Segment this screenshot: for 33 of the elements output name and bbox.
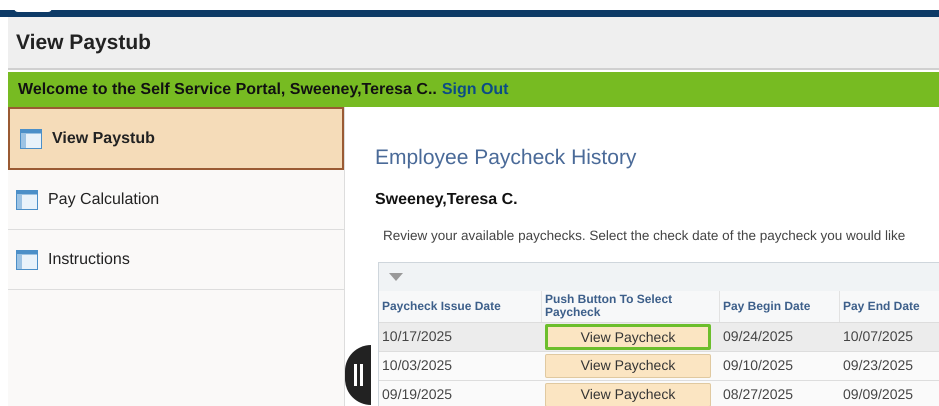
caret-icon[interactable] xyxy=(389,272,403,281)
table-cell-text: 09/09/2025 xyxy=(842,385,914,404)
sign-out-link[interactable]: Sign Out xyxy=(442,78,508,102)
section-heading: Employee Paycheck History xyxy=(375,145,638,171)
window-icon xyxy=(16,250,38,270)
table-cell-text: 09/23/2025 xyxy=(842,356,914,376)
column-header: Pay End Date xyxy=(840,290,939,322)
window-icon xyxy=(20,128,42,148)
sidebar-item[interactable]: View Paystub xyxy=(8,107,344,170)
table-cell-text: 10/17/2025 xyxy=(381,327,454,346)
view-paycheck-button[interactable]: View Paycheck xyxy=(545,324,711,350)
welcome-text: Welcome to the Self Service Portal, Sweeney,Teresa C.. xyxy=(18,80,437,100)
table-cell-text: 09/19/2025 xyxy=(381,385,454,404)
view-paycheck-button[interactable]: View Paycheck xyxy=(545,382,711,406)
sidebar-item[interactable]: Pay Calculation xyxy=(8,170,344,230)
column-header: Paycheck Issue Date xyxy=(379,290,542,322)
table-cell-text: 09/10/2025 xyxy=(722,356,794,376)
table-row[interactable]: 09/19/2025 View Paycheck 08/27/2025 09/09/2025 xyxy=(379,380,939,406)
column-header: Pay Begin Date xyxy=(720,290,840,322)
table-row[interactable]: 10/03/2025 View Paycheck 09/10/2025 09/23/2025 xyxy=(379,352,939,381)
sidebar-item[interactable]: Instructions xyxy=(8,230,344,290)
pause-handle[interactable] xyxy=(345,345,371,405)
table-cell-text: 10/07/2025 xyxy=(842,327,914,346)
table-cell-text: 10/03/2025 xyxy=(381,356,454,376)
table-row[interactable]: 10/17/2025 View Paycheck 09/24/2025 10/07/2025 xyxy=(379,322,939,352)
table-cell-text: 09/24/2025 xyxy=(722,327,794,346)
employee-name: Sweeney,Teresa C. xyxy=(375,190,519,210)
window-icon xyxy=(16,190,38,210)
table-cell-text: 08/27/2025 xyxy=(722,385,794,404)
column-header: Push Button To Select Paycheck xyxy=(542,290,720,322)
instructions-text: Review your available paychecks. Select the check date of the paycheck you would like xyxy=(383,226,906,245)
page-title: View Paystub xyxy=(16,30,152,56)
view-paycheck-button[interactable]: View Paycheck xyxy=(545,354,711,378)
